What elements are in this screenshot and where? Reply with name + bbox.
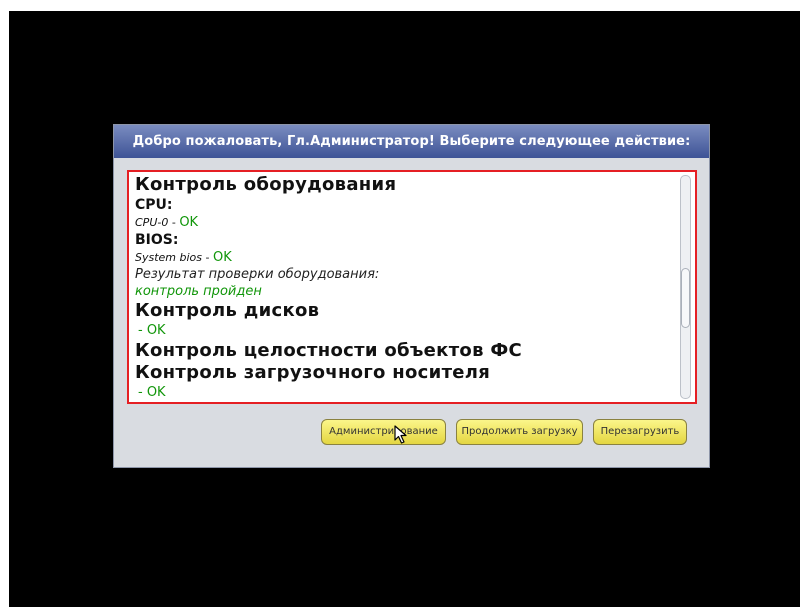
cpu-separator: - bbox=[168, 216, 180, 229]
bios-item: System bios bbox=[135, 251, 203, 264]
admin-button[interactable]: Администрирование bbox=[321, 419, 446, 445]
continue-boot-button[interactable]: Продолжить загрузку bbox=[456, 419, 583, 445]
cpu-status: OK bbox=[179, 215, 199, 230]
check-report-panel[interactable]: Контроль оборудования CPU: CPU-0 - OK BI… bbox=[127, 170, 697, 404]
fs-heading: Контроль целостности объектов ФС bbox=[135, 340, 523, 361]
cpu-item: CPU-0 bbox=[135, 216, 169, 229]
bios-separator: - bbox=[202, 251, 213, 264]
bios-status: OK bbox=[212, 250, 232, 265]
bios-label: BIOS: bbox=[135, 232, 179, 248]
welcome-dialog: Добро пожаловать, Гл.Администратор! Выбе… bbox=[113, 124, 710, 468]
report-content: Контроль оборудования CPU: CPU-0 - OK BI… bbox=[135, 174, 675, 402]
bios-line: System bios - OK bbox=[135, 249, 675, 266]
disk-heading: Контроль дисков bbox=[135, 300, 320, 321]
boot-heading: Контроль загрузочного носителя bbox=[135, 362, 491, 383]
hw-result-value: контроль пройден bbox=[135, 284, 262, 299]
scrollbar-thumb[interactable] bbox=[681, 268, 690, 328]
mouse-pointer-icon bbox=[394, 425, 407, 444]
cpu-line: CPU-0 - OK bbox=[135, 214, 675, 231]
report-scrollbar[interactable] bbox=[680, 175, 691, 399]
reboot-button[interactable]: Перезагрузить bbox=[593, 419, 687, 445]
hw-result-label: Результат проверки оборудования: bbox=[135, 267, 380, 282]
hw-heading: Контроль оборудования bbox=[135, 174, 397, 195]
dialog-title: Добро пожаловать, Гл.Администратор! Выбе… bbox=[114, 125, 709, 158]
disk-status: - OK bbox=[138, 323, 166, 338]
boot-status: - OK bbox=[138, 385, 166, 400]
cpu-label: CPU: bbox=[135, 197, 173, 213]
